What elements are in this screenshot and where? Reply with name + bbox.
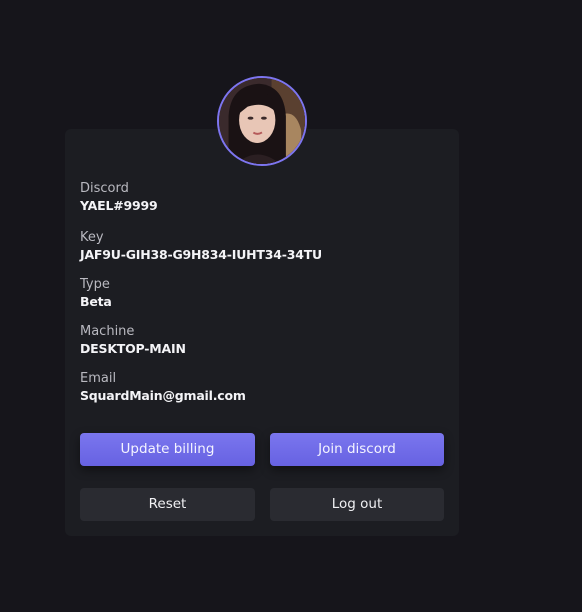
email-label: Email xyxy=(80,371,117,386)
email-field: Email SquardMain@gmail.com xyxy=(80,371,440,404)
type-value: Beta xyxy=(80,294,112,309)
join-discord-button[interactable]: Join discord xyxy=(270,433,444,466)
log-out-button[interactable]: Log out xyxy=(270,488,444,521)
account-card: Discord YAEL#9999 Key JAF9U-GIH38-G9H834… xyxy=(65,129,459,536)
discord-field: Discord YAEL#9999 xyxy=(80,181,440,214)
type-label: Type xyxy=(80,277,110,292)
avatar xyxy=(217,76,307,166)
machine-label: Machine xyxy=(80,324,135,339)
avatar-image xyxy=(219,78,305,164)
discord-label: Discord xyxy=(80,181,129,196)
machine-field: Machine DESKTOP-MAIN xyxy=(80,324,440,357)
type-field: Type Beta xyxy=(80,277,440,310)
update-billing-button[interactable]: Update billing xyxy=(80,433,255,466)
email-value: SquardMain@gmail.com xyxy=(80,388,246,403)
page: Discord YAEL#9999 Key JAF9U-GIH38-G9H834… xyxy=(0,0,582,612)
key-field: Key JAF9U-GIH38-G9H834-IUHT34-34TU xyxy=(80,230,440,263)
discord-value: YAEL#9999 xyxy=(80,198,158,213)
machine-value: DESKTOP-MAIN xyxy=(80,341,186,356)
key-label: Key xyxy=(80,230,104,245)
reset-button[interactable]: Reset xyxy=(80,488,255,521)
key-value: JAF9U-GIH38-G9H834-IUHT34-34TU xyxy=(80,247,322,262)
